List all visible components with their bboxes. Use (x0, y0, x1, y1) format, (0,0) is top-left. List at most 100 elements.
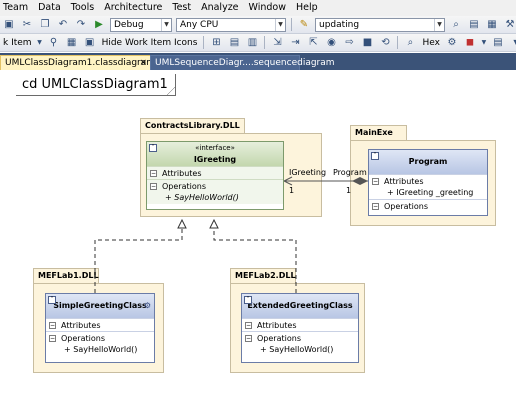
class-name: Program (408, 157, 448, 166)
hexadecimal-display-button[interactable]: Hex (422, 38, 439, 48)
collapse-icon[interactable]: ˄ (48, 296, 56, 304)
find-in-files-icon[interactable]: ✎ (297, 18, 311, 31)
attributes-compartment[interactable]: − Attributes (242, 318, 358, 331)
menu-analyze[interactable]: Analyze (196, 0, 243, 16)
operations-compartment[interactable]: − Operations (147, 179, 283, 192)
collapse-icon[interactable]: − (245, 335, 252, 342)
open-query-icon[interactable]: ▣ (83, 36, 97, 49)
operation-sayhelloworld[interactable]: + SayHelloWorld() (147, 192, 283, 204)
class-program[interactable]: ˄ Program − Attributes + IGreeting _gree… (368, 149, 488, 216)
tab-label: UMLClassDiagram1.classdiagram (5, 58, 156, 68)
stop-icon[interactable]: ■ (360, 36, 374, 49)
package-mainexe-tab[interactable]: MainExe (350, 125, 407, 141)
cut-icon[interactable]: ✂ (20, 18, 34, 31)
chevron-down-icon[interactable]: ▼ (37, 36, 43, 49)
breakpoints-window-icon[interactable]: ◼ (463, 36, 477, 49)
association-role-igreeting: IGreeting (289, 168, 327, 177)
operations-compartment[interactable]: − Operations (46, 331, 154, 344)
tab-umlsequencediagram[interactable]: UMLSequenceDiagr....sequencediagram (150, 55, 335, 70)
attributes-label: Attributes (61, 321, 101, 330)
attributes-compartment[interactable]: − Attributes (369, 174, 487, 187)
diagram-layout-icon[interactable]: ▤ (227, 36, 241, 49)
solution-configuration-select[interactable]: Debug ▼ (110, 17, 172, 32)
class-simplegreetingclass[interactable]: ˄ SimpleGreetingClass ⚙ − Attributes − O… (45, 293, 155, 363)
collapse-icon[interactable]: − (245, 322, 252, 329)
align-icon[interactable]: ▥ (245, 36, 259, 49)
collapse-icon[interactable]: ˄ (244, 296, 252, 304)
collapse-icon[interactable]: − (49, 322, 56, 329)
attribute-greeting[interactable]: + IGreeting _greeting (369, 187, 487, 199)
toolbar-separator (397, 36, 399, 49)
new-work-item-button[interactable]: k Item (3, 38, 32, 48)
layout-icon[interactable]: ⊞ (209, 36, 223, 49)
class-igreeting[interactable]: ˄ «interface» IGreeting − Attributes − O… (146, 141, 284, 210)
start-debugging-icon[interactable]: ▶ (92, 18, 106, 31)
package-meflab1-tab[interactable]: MEFLab1.DLL (33, 268, 99, 284)
association-multiplicity-left: 1 (289, 186, 295, 195)
operations-label: Operations (61, 334, 105, 343)
chevron-down-icon: ▼ (161, 18, 171, 31)
collapse-icon[interactable]: − (150, 170, 157, 177)
chevron-down-icon: ▼ (434, 18, 444, 31)
save-all-icon[interactable]: ▣ (2, 18, 16, 31)
quick-watch-icon[interactable]: ⌕ (403, 36, 417, 49)
attributes-compartment[interactable]: − Attributes (147, 166, 283, 179)
operations-label: Operations (257, 334, 301, 343)
operations-compartment[interactable]: − Operations (369, 199, 487, 212)
association-role-program: Program (333, 168, 367, 177)
team-toolbar: k Item ▼ ⚲ ▦ ▣ Hide Work Item Icons ⊞ ▤ … (0, 34, 516, 52)
menu-window[interactable]: Window (244, 0, 291, 16)
redo-icon[interactable]: ↷ (74, 18, 88, 31)
tab-umlclassdiagram1[interactable]: UMLClassDiagram1.classdiagram × (0, 55, 156, 71)
package-contractslibrary-tab[interactable]: ContractsLibrary.DLL (140, 118, 245, 134)
collapse-icon[interactable]: − (372, 203, 379, 210)
collapse-icon[interactable]: ˄ (149, 144, 157, 152)
class-extendedgreetingclass[interactable]: ˄ ExtendedGreetingClass − Attributes − O… (241, 293, 359, 363)
class-header: ˄ SimpleGreetingClass ⚙ (46, 294, 154, 318)
step-out-icon[interactable]: ⇱ (306, 36, 320, 49)
step-into-icon[interactable]: ⇲ (270, 36, 284, 49)
undo-icon[interactable]: ↶ (56, 18, 70, 31)
menu-architecture[interactable]: Architecture (99, 0, 167, 16)
show-next-icon[interactable]: ⇨ (342, 36, 356, 49)
diagram-frame-title: cd UMLClassDiagram1 (16, 74, 176, 96)
call-stack-icon[interactable]: ▤ (491, 36, 505, 49)
operation-sayhelloworld[interactable]: + SayHelloWorld() (242, 344, 358, 356)
solution-explorer-icon[interactable]: ▤ (467, 18, 481, 31)
menu-test[interactable]: Test (167, 0, 196, 16)
menu-tools[interactable]: Tools (66, 0, 99, 16)
attributes-compartment[interactable]: − Attributes (46, 318, 154, 331)
class-header: ˄ Program (369, 150, 487, 174)
collapse-icon[interactable]: − (49, 335, 56, 342)
threads-icon[interactable]: ⚙ (445, 36, 459, 49)
breakpoint-icon[interactable]: ◉ (324, 36, 338, 49)
package-meflab2-tab[interactable]: MEFLab2.DLL (230, 268, 296, 284)
operation-sayhelloworld[interactable]: + SayHelloWorld() (46, 344, 154, 356)
restart-icon[interactable]: ⟲ (378, 36, 392, 49)
operations-compartment[interactable]: − Operations (242, 331, 358, 344)
chevron-down-icon: ▼ (275, 18, 285, 31)
menu-help[interactable]: Help (291, 0, 323, 16)
close-icon[interactable]: × (139, 56, 147, 71)
platform-value: Any CPU (180, 19, 219, 30)
toolbar-separator (291, 18, 292, 31)
collapse-icon[interactable]: ˄ (371, 152, 379, 160)
copy-icon[interactable]: ❐ (38, 18, 52, 31)
properties-icon[interactable]: ▦ (485, 18, 499, 31)
find-icon[interactable]: ⌕ (449, 18, 463, 31)
step-over-icon[interactable]: ⇥ (288, 36, 302, 49)
standard-toolbar: ▣ ✂ ❐ ↶ ↷ ▶ Debug ▼ Any CPU ▼ ✎ updating… (0, 16, 516, 34)
solution-platform-select[interactable]: Any CPU ▼ (176, 17, 286, 32)
hide-work-item-icons-button[interactable]: Hide Work Item Icons (102, 38, 198, 48)
chevron-down-icon[interactable]: ▼ (481, 36, 487, 49)
operations-label: Operations (384, 202, 428, 211)
toolbox-icon[interactable]: ⚒ (503, 18, 516, 31)
collapse-icon[interactable]: − (150, 183, 157, 190)
work-item-query-icon[interactable]: ▦ (65, 36, 79, 49)
menu-data[interactable]: Data (33, 0, 66, 16)
link-icon[interactable]: ⚲ (47, 36, 61, 49)
menu-team[interactable]: Team (0, 0, 33, 16)
toolbar-options-icon[interactable]: ▾ (509, 36, 516, 49)
collapse-icon[interactable]: − (372, 178, 379, 185)
find-combo[interactable]: updating ▼ (315, 17, 445, 32)
